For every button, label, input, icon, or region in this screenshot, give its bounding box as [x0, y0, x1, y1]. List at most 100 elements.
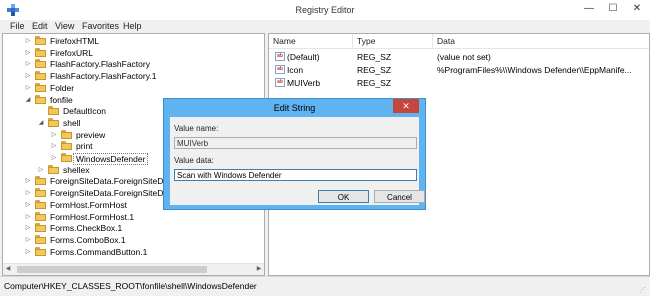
string-value-icon: ab: [275, 52, 285, 61]
scroll-left-icon[interactable]: ◀: [3, 264, 13, 275]
folder-icon: [35, 246, 46, 256]
value-type: REG_SZ: [357, 65, 392, 75]
folder-icon: [48, 117, 59, 127]
expand-arrow-icon[interactable]: ▷: [24, 222, 32, 234]
expand-arrow-icon[interactable]: ▷: [50, 140, 58, 152]
edit-string-dialog: Edit String ✕ Value name: Value data: OK…: [163, 98, 426, 210]
folder-icon: [35, 36, 46, 45]
value-row-muiverb[interactable]: ab MUIVerb REG_SZ: [269, 77, 649, 89]
tree-node[interactable]: ▷ FlashFactory.FlashFactory: [3, 58, 263, 70]
expand-arrow-icon[interactable]: ▷: [24, 82, 32, 94]
tree-node-label: FirefoxURL: [50, 47, 93, 58]
expand-arrow-icon[interactable]: ▷: [24, 187, 32, 199]
tree-node[interactable]: ▷ Forms.ComboBox.1: [3, 234, 263, 246]
value-name: MUIVerb: [287, 78, 321, 88]
collapse-arrow-icon[interactable]: ◢: [24, 94, 32, 106]
folder-icon: [35, 176, 46, 186]
tree-node[interactable]: ▷ Forms.CheckBox.1: [3, 222, 263, 234]
expand-arrow-icon[interactable]: ▷: [24, 246, 32, 258]
folder-icon: [35, 47, 46, 57]
expand-arrow-icon[interactable]: ▷: [50, 152, 58, 164]
value-data-field[interactable]: [174, 169, 417, 181]
maximize-button[interactable]: ☐: [602, 0, 624, 18]
tree-node-label: fonfile: [50, 94, 73, 105]
tree-node[interactable]: ▷ FlashFactory.FlashFactory.1: [3, 70, 263, 82]
tree-node-label: shellex: [63, 164, 90, 175]
collapse-arrow-icon[interactable]: ◢: [37, 117, 45, 129]
menu-file[interactable]: File: [10, 20, 25, 33]
menu-view[interactable]: View: [55, 20, 74, 33]
tree-node-label: ForeignSiteData.ForeignSiteD: [50, 176, 164, 187]
tree-node-label: Forms.CheckBox.1: [50, 223, 123, 234]
tree-node[interactable]: ▷ FirefoxURL: [3, 47, 263, 59]
tree-node-label: FirefoxHTML: [50, 36, 100, 46]
minimize-button[interactable]: —: [578, 0, 600, 18]
column-header-name[interactable]: Name: [269, 34, 353, 48]
value-name-label: Value name:: [174, 124, 219, 133]
folder-icon: [35, 59, 46, 69]
tree-node[interactable]: ▷ FirefoxHTML: [3, 35, 263, 47]
cancel-button[interactable]: Cancel: [374, 190, 425, 203]
tree-node-label: shell: [63, 117, 81, 128]
dialog-body: Value name: Value data: OK Cancel: [170, 117, 425, 205]
folder-icon: [61, 129, 72, 139]
tree-node-label: FlashFactory.FlashFactory.1: [50, 71, 157, 82]
column-header-type[interactable]: Type: [353, 34, 433, 48]
tree-node-label: ForeignSiteData.ForeignSiteD: [50, 188, 164, 199]
folder-icon: [35, 223, 46, 233]
expand-arrow-icon[interactable]: ▷: [24, 70, 32, 82]
tree-node[interactable]: ▷ Forms.CommandButton.1: [3, 246, 263, 258]
tree-node[interactable]: ▷ Folder: [3, 82, 263, 94]
expand-arrow-icon[interactable]: ▷: [24, 35, 32, 47]
string-value-icon: ab: [275, 65, 285, 74]
menu-help[interactable]: Help: [123, 20, 142, 33]
value-row-default[interactable]: ab (Default) REG_SZ (value not set): [269, 51, 649, 63]
value-data-label: Value data:: [174, 156, 214, 165]
expand-arrow-icon[interactable]: ▷: [24, 234, 32, 246]
status-bar: Computer\HKEY_CLASSES_ROOT\fonfile\shell…: [0, 276, 650, 296]
folder-icon: [48, 106, 59, 116]
value-data: %ProgramFiles%\\Windows Defender\\EppMan…: [437, 65, 632, 75]
header-divider: [269, 48, 649, 49]
tree-node-label: FlashFactory.FlashFactory: [50, 59, 150, 70]
tree-node-label: Forms.ComboBox.1: [50, 234, 126, 245]
value-type: REG_SZ: [357, 78, 392, 88]
expand-arrow-icon[interactable]: ▷: [24, 58, 32, 70]
expand-arrow-icon[interactable]: ▷: [50, 129, 58, 141]
horizontal-scrollbar[interactable]: ◀ ▶: [3, 263, 264, 275]
expand-arrow-icon[interactable]: ▷: [24, 47, 32, 59]
resize-grip-icon[interactable]: ⋰: [639, 286, 647, 294]
value-row-icon[interactable]: ab Icon REG_SZ %ProgramFiles%\\Windows D…: [269, 64, 649, 76]
expand-arrow-icon[interactable]: ▷: [24, 211, 32, 223]
value-name: (Default): [287, 52, 320, 62]
expand-arrow-icon[interactable]: ▷: [37, 164, 45, 176]
value-data: (value not set): [437, 52, 491, 62]
dialog-close-button[interactable]: ✕: [393, 99, 419, 113]
expand-arrow-icon[interactable]: ▷: [24, 175, 32, 187]
tree-node-label: FormHost.FormHost.1: [50, 211, 135, 222]
tree-node-label: Forms.CommandButton.1: [50, 246, 148, 257]
tree-node[interactable]: ▷ FormHost.FormHost.1: [3, 211, 263, 223]
tree-node-label: Folder: [50, 82, 75, 93]
scroll-right-icon[interactable]: ▶: [254, 264, 264, 275]
value-name-field[interactable]: [174, 137, 417, 149]
expand-arrow-icon[interactable]: ▷: [24, 199, 32, 211]
scrollbar-thumb[interactable]: [17, 266, 207, 273]
folder-icon: [61, 141, 72, 151]
tree-node-label: preview: [76, 129, 106, 140]
menu-favorites[interactable]: Favorites: [82, 20, 119, 33]
dialog-title: Edit String: [273, 103, 316, 113]
value-type: REG_SZ: [357, 52, 392, 62]
ok-button[interactable]: OK: [318, 190, 369, 203]
folder-icon: [35, 234, 46, 244]
column-header-data[interactable]: Data: [433, 34, 649, 48]
tree-node-label: DefaultIcon: [63, 106, 106, 117]
folder-icon: [35, 82, 46, 92]
folder-icon: [35, 94, 46, 104]
menu-bar: File Edit View Favorites Help: [0, 20, 650, 33]
folder-icon: [35, 211, 46, 221]
close-window-button[interactable]: ✕: [626, 0, 648, 18]
menu-edit[interactable]: Edit: [32, 20, 48, 33]
tree-node-label: FormHost.FormHost: [50, 199, 127, 210]
folder-icon: [35, 188, 46, 198]
